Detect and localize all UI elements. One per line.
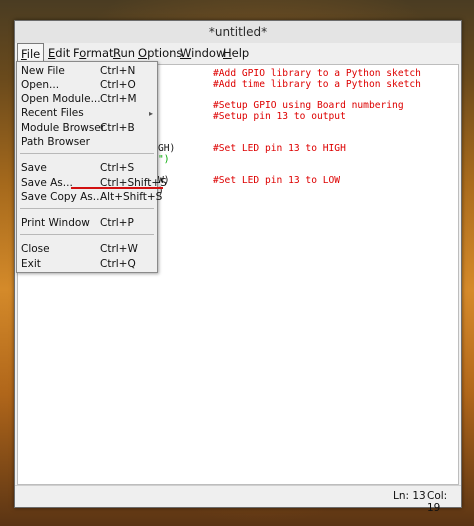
menu-item-path-browser[interactable]: Path Browser [17,135,157,150]
status-line: Ln: 13 [393,490,426,502]
menu-item-label: Path Browser [21,136,90,148]
menu-item-open-module[interactable]: Open Module... Ctrl+M [17,92,157,107]
menu-item-label: Open... [21,79,60,91]
menu-item-label: Open Module... [21,93,101,105]
menu-help[interactable]: Help [220,43,252,64]
status-bar: Ln: 13 Col: 19 [15,485,461,514]
menu-item-label: Module Browser [21,122,106,134]
menu-separator [20,208,154,209]
menu-item-print-window[interactable]: Print Window Ctrl+P [17,216,157,231]
code-comment: #Add time library to a Python sketch [213,79,421,90]
code-fragment: ") [158,154,170,165]
menu-item-accel: Ctrl+W [100,243,138,255]
menu-item-save-copy-as[interactable]: Save Copy As... Alt+Shift+S [17,190,162,205]
menu-item-label: Print Window [21,217,90,229]
window-titlebar[interactable]: *untitled* [15,21,461,44]
menu-item-recent-files[interactable]: Recent Files ▸ [17,106,157,121]
menu-item-label: Close [21,243,50,255]
menu-separator [20,153,154,154]
code-comment: #Setup GPIO using Board numbering [213,100,404,111]
menu-item-label: Exit [21,258,41,270]
code-comment: #Add GPIO library to a Python sketch [213,68,421,79]
menu-item-accel: Ctrl+P [100,217,134,229]
menu-item-module-browser[interactable]: Module Browser Ctrl+B [17,121,157,136]
code-comment: #Set LED pin 13 to HIGH [213,143,346,154]
menu-item-accel: Ctrl+S [100,162,135,174]
menu-file-rest: ile [26,47,41,61]
menu-item-accel: Ctrl+O [100,79,136,91]
menu-item-open[interactable]: Open... Ctrl+O [17,78,157,93]
status-col: Col: 19 [427,490,448,514]
file-menu-dropdown: New File Ctrl+N Open... Ctrl+O Open Modu… [16,61,167,273]
menu-item-save[interactable]: Save Ctrl+S [17,161,157,176]
menu-item-exit[interactable]: Exit Ctrl+Q [17,257,157,272]
code-comment: #Setup pin 13 to output [213,111,346,122]
menu-item-accel: Ctrl+M [100,93,137,105]
menu-item-close[interactable]: Close Ctrl+W [17,242,157,257]
highlight-underline [71,187,163,189]
menu-item-accel: Ctrl+N [100,65,136,77]
menu-item-label: Save As... [21,177,73,189]
submenu-arrow-icon: ▸ [149,109,154,118]
menu-item-accel: Ctrl+Q [100,258,136,270]
menu-item-label: Recent Files [21,107,84,119]
menu-item-label: Save [21,162,47,174]
menu-item-accel: Ctrl+B [100,122,135,134]
window-title: *untitled* [208,25,268,39]
menu-item-label: New File [21,65,65,77]
menu-item-accel: Alt+Shift+S [100,191,163,203]
menu-item-new-file[interactable]: New File Ctrl+N [17,64,157,79]
menu-separator [20,234,154,235]
code-comment: #Set LED pin 13 to LOW [213,175,341,186]
code-fragment: GH) [158,143,176,154]
menu-item-label: Save Copy As... [21,191,103,203]
